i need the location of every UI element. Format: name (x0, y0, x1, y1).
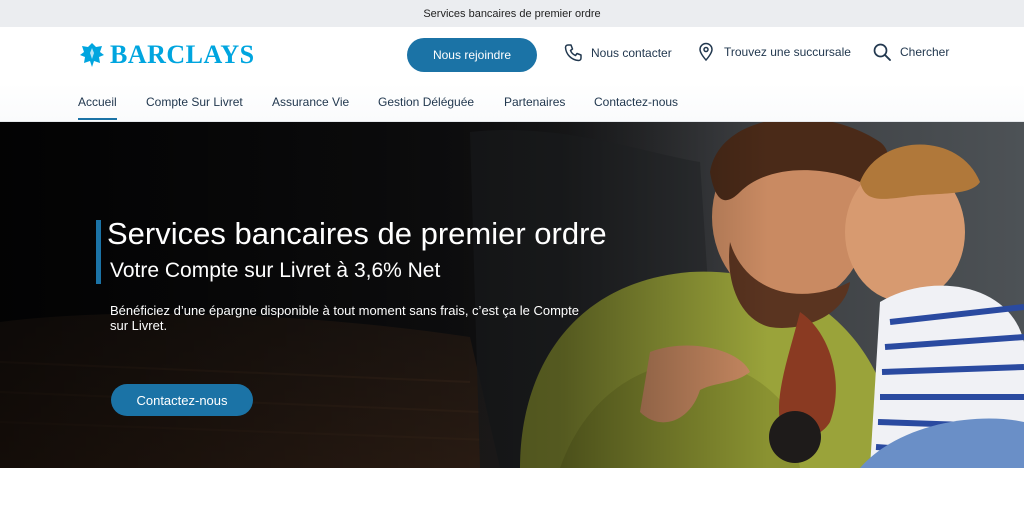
hero-accent-bar (96, 220, 101, 284)
top-announcement-bar: Services bancaires de premier ordre (0, 0, 1024, 27)
contact-link[interactable]: Nous contacter (563, 43, 672, 63)
hero-title: Services bancaires de premier ordre (107, 216, 607, 251)
site-header: BARCLAYS Nous rejoindre Nous contacter T… (0, 27, 1024, 83)
hero-description: Bénéficiez d’une épargne disponible à to… (110, 303, 579, 333)
barclays-logo[interactable]: BARCLAYS (78, 40, 255, 70)
search-link[interactable]: Chercher (872, 42, 949, 62)
nav-item-gestion-deleguee[interactable]: Gestion Déléguée (378, 95, 474, 118)
announcement-text: Services bancaires de premier ordre (423, 7, 601, 20)
find-branch-link[interactable]: Trouvez une succursale (696, 42, 851, 62)
search-icon (873, 43, 891, 61)
contact-label: Nous contacter (591, 46, 672, 60)
nav-item-compte-sur-livret[interactable]: Compte Sur Livret (146, 95, 243, 118)
hero-subtitle: Votre Compte sur Livret à 3,6% Net (110, 259, 441, 282)
join-button[interactable]: Nous rejoindre (407, 38, 537, 72)
hero-photo (0, 122, 1024, 468)
nav-item-assurance-vie[interactable]: Assurance Vie (272, 95, 349, 118)
logo-wordmark: BARCLAYS (110, 40, 255, 69)
hero-contact-button[interactable]: Contactez-nous (111, 384, 253, 416)
nav-item-accueil[interactable]: Accueil (78, 95, 117, 120)
nav-item-partenaires[interactable]: Partenaires (504, 95, 565, 118)
branch-label: Trouvez une succursale (724, 45, 851, 59)
page-content-below-hero (0, 468, 1024, 509)
phone-icon (564, 44, 582, 62)
eagle-logo-icon (80, 43, 104, 67)
nav-item-contactez-nous[interactable]: Contactez-nous (594, 95, 678, 118)
main-navigation: Accueil Compte Sur Livret Assurance Vie … (0, 83, 1024, 122)
search-label: Chercher (900, 45, 950, 59)
hero-banner: Services bancaires de premier ordre Votr… (0, 122, 1024, 468)
location-pin-icon (699, 42, 713, 62)
